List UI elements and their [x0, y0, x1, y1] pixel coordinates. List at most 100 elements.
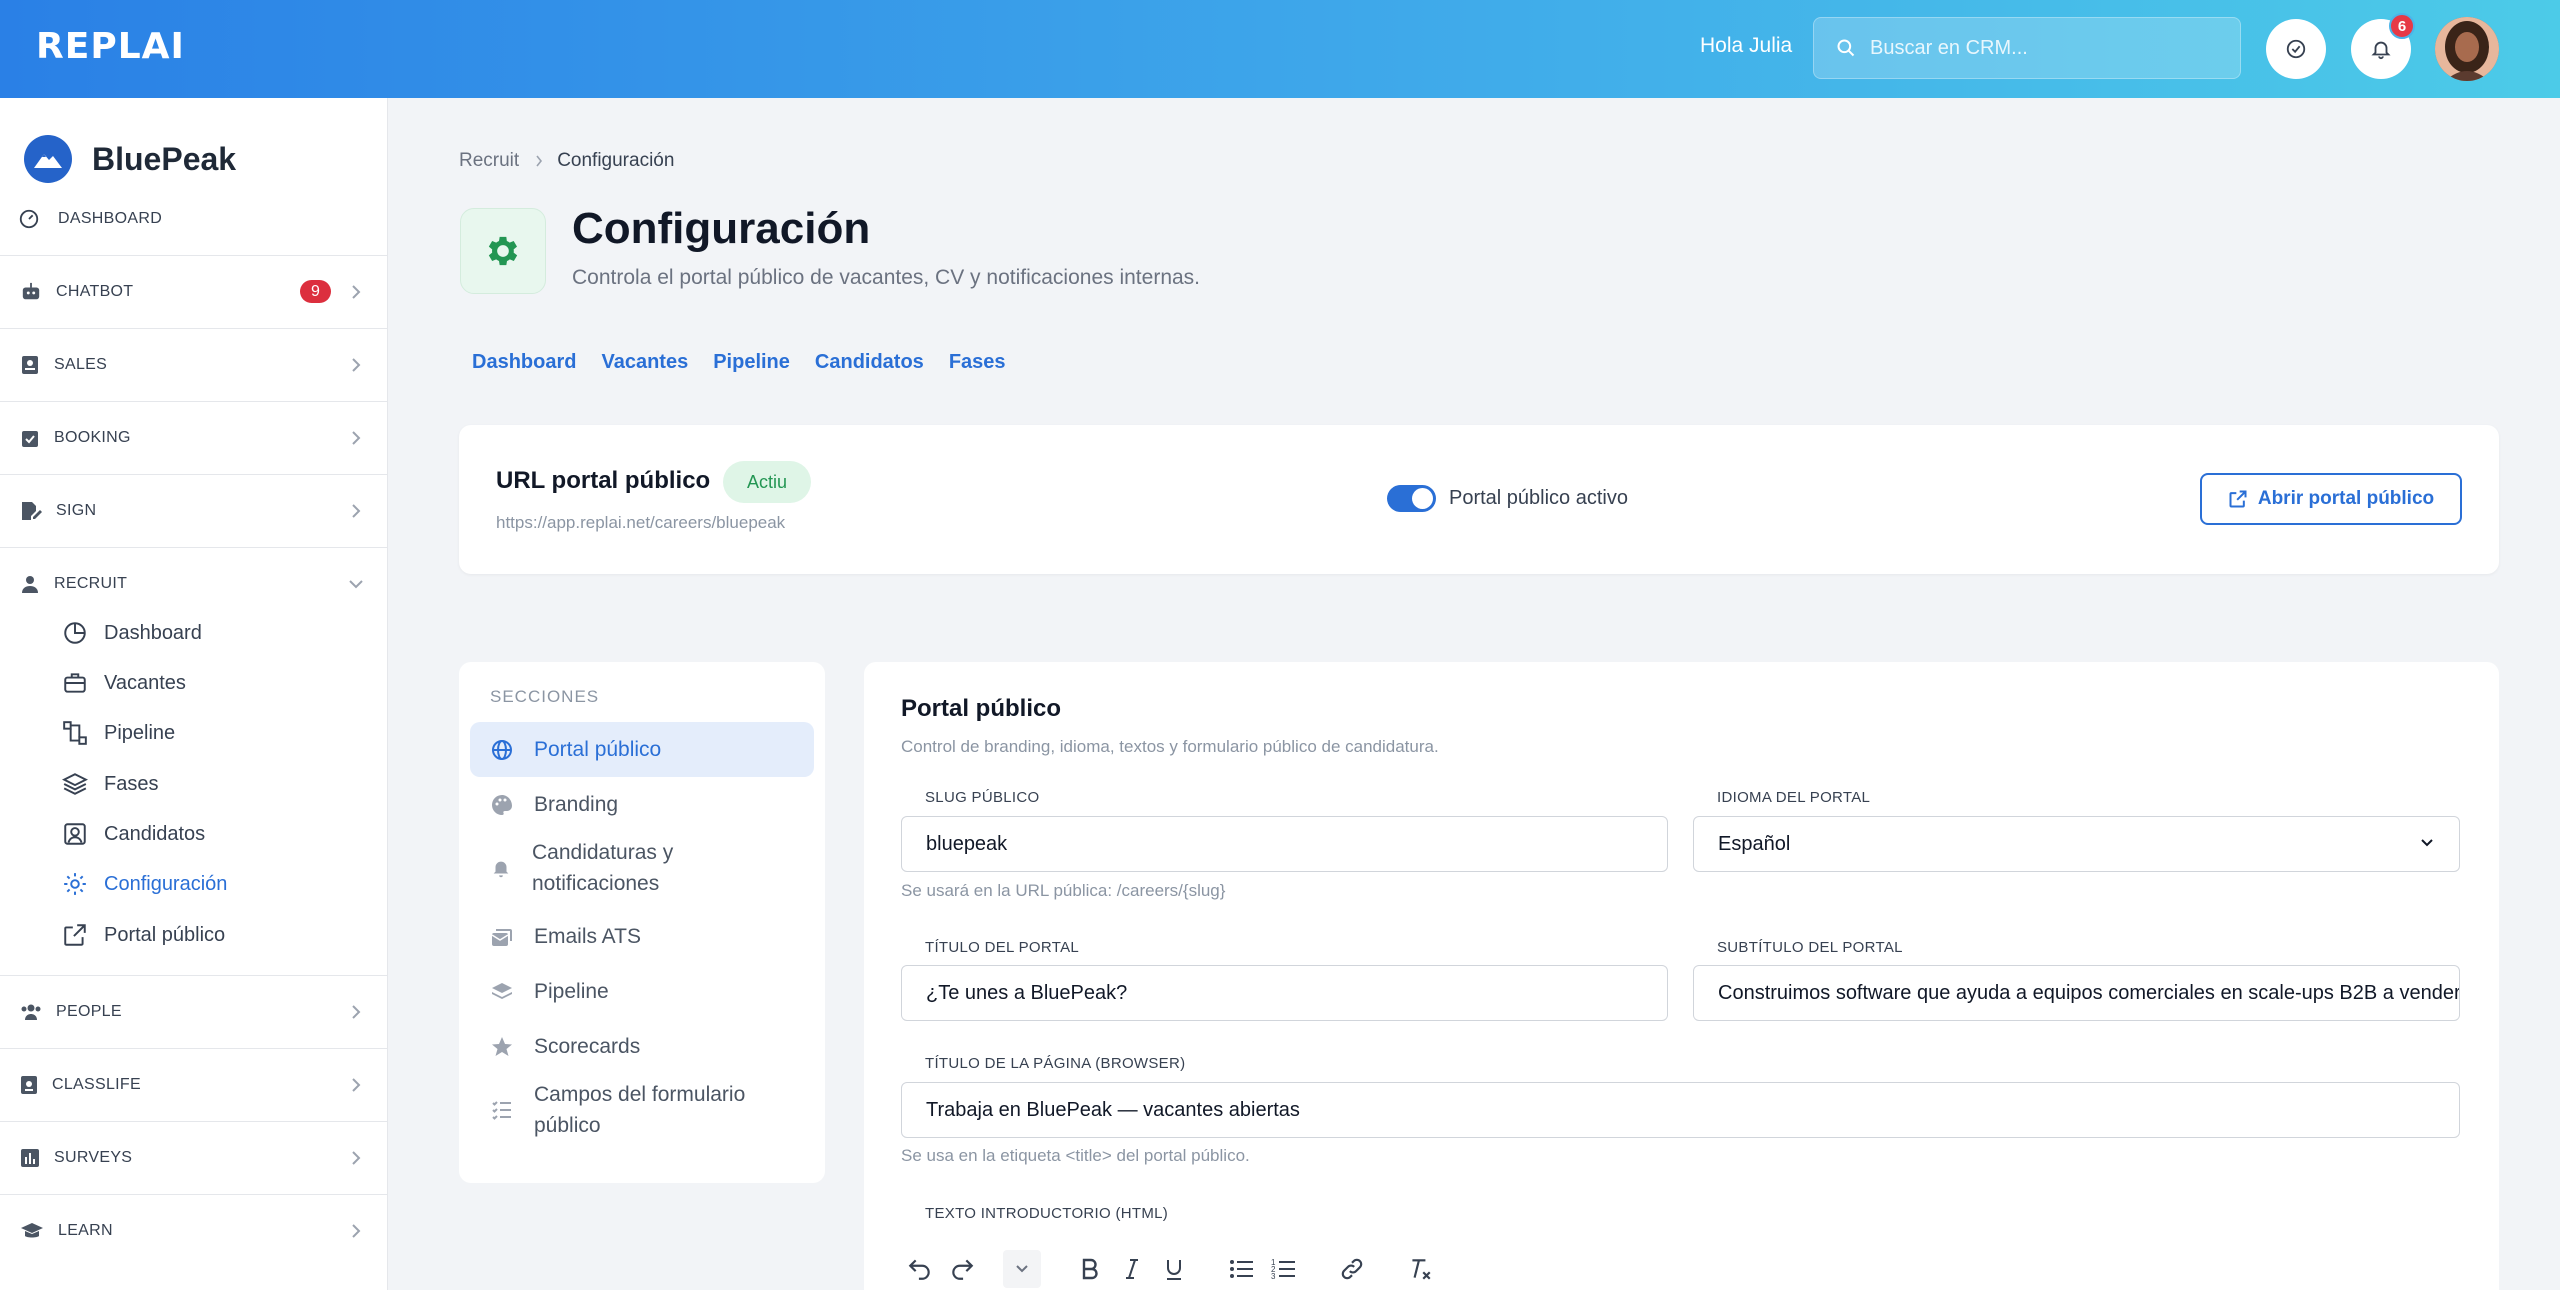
- robot-icon: [20, 282, 42, 302]
- portal-subtitle-input[interactable]: [1693, 965, 2460, 1021]
- gear-icon: [483, 231, 523, 271]
- tab-vacantes[interactable]: Vacantes: [601, 351, 688, 374]
- open-portal-button[interactable]: Abrir portal público: [2200, 473, 2462, 525]
- section-label: Candidaturas y notificaciones: [532, 841, 674, 895]
- sidebar-item-candidatos[interactable]: Candidatos: [62, 821, 205, 847]
- external-link-icon: [2228, 489, 2248, 509]
- graduation-cap-icon: [20, 1221, 44, 1241]
- nav-dashboard[interactable]: DASHBOARD: [18, 208, 162, 230]
- portal-title-input[interactable]: [901, 965, 1668, 1021]
- chevron-down-icon: [2419, 837, 2435, 849]
- nav-booking[interactable]: BOOKING: [0, 401, 388, 474]
- nav-surveys[interactable]: SURVEYS: [0, 1121, 388, 1194]
- search-input[interactable]: [1870, 36, 2230, 60]
- section-label: Emails ATS: [534, 925, 641, 948]
- undo-icon: [907, 1256, 933, 1282]
- open-portal-label: Abrir portal público: [2257, 488, 2435, 509]
- undo-button[interactable]: [901, 1250, 939, 1288]
- url-card: URL portal público Actiu https://app.rep…: [459, 425, 2499, 574]
- section-label: Campos del formulario público: [534, 1083, 746, 1137]
- search-box[interactable]: [1813, 17, 2241, 79]
- gear-icon: [62, 871, 88, 897]
- portal-active-toggle[interactable]: [1387, 485, 1436, 512]
- nav-classlife[interactable]: CLASSLIFE: [0, 1048, 388, 1121]
- portal-subtitle-label: SUBTÍTULO DEL PORTAL: [1717, 939, 1903, 956]
- tasks-button[interactable]: [2266, 19, 2326, 79]
- mail-bulk-icon: [490, 925, 514, 949]
- tab-fases[interactable]: Fases: [949, 351, 1006, 374]
- numbered-list-button[interactable]: 123: [1265, 1250, 1303, 1288]
- brand[interactable]: BluePeak: [24, 135, 236, 183]
- bold-button[interactable]: [1071, 1250, 1109, 1288]
- nav-sales[interactable]: SALES: [0, 328, 388, 401]
- toggle-knob: [1412, 488, 1433, 509]
- section-pipeline[interactable]: Pipeline: [470, 964, 814, 1019]
- sidebar-item-label: Fases: [104, 772, 159, 795]
- bullet-list-button[interactable]: [1223, 1250, 1261, 1288]
- title-icon: [460, 208, 546, 294]
- sidebar-item-fases[interactable]: Fases: [62, 771, 158, 797]
- bold-icon: [1079, 1257, 1101, 1281]
- sidebar-item-label: Configuración: [104, 872, 228, 895]
- section-scorecards[interactable]: Scorecards: [470, 1019, 814, 1074]
- section-label: Portal público: [534, 738, 662, 761]
- tab-pipeline[interactable]: Pipeline: [713, 351, 790, 374]
- nav-learn[interactable]: LEARN: [0, 1194, 388, 1267]
- section-candidaturas[interactable]: Candidaturas y notificaciones: [470, 836, 790, 900]
- section-campos-formulario[interactable]: Campos del formulario público: [470, 1078, 790, 1142]
- check-circle-icon: [2285, 38, 2307, 60]
- app-logo[interactable]: REPLAI: [36, 26, 185, 67]
- section-branding[interactable]: Branding: [470, 777, 814, 832]
- form-title: Portal público: [901, 695, 1062, 722]
- sidebar-item-label: Vacantes: [104, 671, 186, 694]
- nav-recruit[interactable]: RECRUIT: [0, 547, 388, 620]
- avatar[interactable]: [2435, 17, 2499, 81]
- sidebar-item-dashboard[interactable]: Dashboard: [62, 620, 202, 646]
- external-link-icon: [62, 922, 88, 948]
- tab-dashboard[interactable]: Dashboard: [472, 351, 576, 374]
- underline-icon: [1163, 1257, 1185, 1281]
- nav-chatbot[interactable]: CHATBOT 9: [0, 255, 388, 328]
- chevron-right-icon: [350, 1004, 362, 1020]
- sidebar-item-vacantes[interactable]: Vacantes: [62, 670, 186, 696]
- notifications-button[interactable]: 6: [2351, 13, 2415, 79]
- search-icon: [1836, 38, 1856, 58]
- nav-people[interactable]: PEOPLE: [0, 975, 388, 1048]
- breadcrumb-recruit[interactable]: Recruit: [459, 150, 519, 172]
- section-emails-ats[interactable]: Emails ATS: [470, 909, 814, 964]
- slug-input[interactable]: [901, 816, 1668, 872]
- redo-button[interactable]: [943, 1250, 981, 1288]
- underline-button[interactable]: [1155, 1250, 1193, 1288]
- language-select[interactable]: Español: [1693, 816, 2460, 872]
- clear-format-button[interactable]: [1401, 1250, 1439, 1288]
- italic-button[interactable]: [1113, 1250, 1151, 1288]
- block-format-select[interactable]: [1003, 1250, 1041, 1288]
- sections-heading: SECCIONES: [490, 687, 600, 706]
- sidebar-item-pipeline[interactable]: Pipeline: [62, 720, 175, 746]
- browser-title-hint: Se usa en la etiqueta <title> del portal…: [901, 1146, 1250, 1165]
- section-label: Scorecards: [534, 1035, 641, 1058]
- chatbot-badge: 9: [300, 280, 331, 303]
- chevron-right-icon: [350, 430, 362, 446]
- page-subtitle: Controla el portal público de vacantes, …: [572, 266, 1201, 289]
- user-square-icon: [62, 821, 88, 847]
- form-subtitle: Control de branding, idioma, textos y fo…: [901, 737, 1439, 756]
- chevron-down-icon: [1015, 1264, 1029, 1274]
- nav-sign[interactable]: SIGN: [0, 474, 388, 547]
- sidebar-item-portal-publico[interactable]: Portal público: [62, 922, 225, 948]
- chevron-right-icon: [350, 1150, 362, 1166]
- section-portal-publico[interactable]: Portal público: [470, 722, 814, 777]
- editor-toolbar: 123: [901, 1250, 1443, 1288]
- bar-chart-icon: [20, 1148, 40, 1168]
- bullet-list-icon: [1229, 1257, 1255, 1281]
- svg-text:3: 3: [1271, 1272, 1276, 1281]
- tab-candidatos[interactable]: Candidatos: [815, 351, 924, 374]
- notifications-badge: 6: [2389, 13, 2415, 39]
- link-button[interactable]: [1333, 1250, 1371, 1288]
- greeting: Hola Julia: [1700, 34, 1793, 57]
- portal-url[interactable]: https://app.replai.net/careers/bluepeak: [496, 513, 785, 533]
- globe-icon: [490, 738, 514, 762]
- sidebar-item-configuracion[interactable]: Configuración: [62, 871, 227, 897]
- browser-title-input[interactable]: [901, 1082, 2460, 1138]
- page-title: Configuración: [572, 204, 871, 253]
